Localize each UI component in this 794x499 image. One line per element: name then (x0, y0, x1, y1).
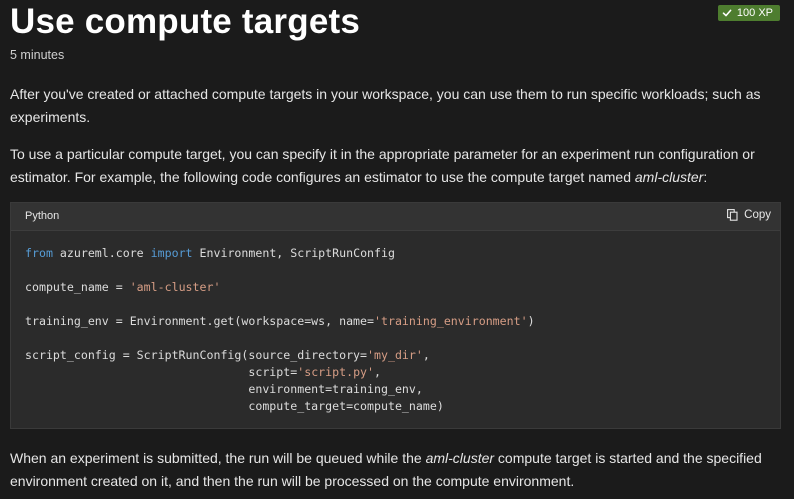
xp-badge: 100 XP (717, 5, 780, 21)
copy-button[interactable]: Copy (727, 209, 771, 221)
instruction-end: : (703, 168, 708, 185)
code-keyword: import (150, 246, 193, 260)
intro-paragraph: After you've created or attached compute… (10, 86, 761, 125)
code-token: , (422, 348, 430, 362)
code-token: , (374, 365, 381, 379)
code-line: script='script.py', (25, 365, 381, 379)
submission-text: When an experiment is submitted, the run… (10, 450, 426, 466)
code-header: Python Copy (11, 203, 780, 231)
code-line: script_config = ScriptRunConfig(source_d… (25, 348, 430, 362)
cluster-name-emphasis: aml-cluster (634, 168, 704, 185)
code-token: ) (527, 314, 535, 328)
cluster-name-emphasis-2: aml-cluster (425, 450, 495, 466)
code-line: from azureml.core import Environment, Sc… (25, 246, 395, 260)
instruction-paragraph: To use a particular compute target, you … (10, 143, 780, 188)
code-token: training_env = Environment.get(workspace… (25, 314, 375, 328)
code-line: environment=training_env, (25, 382, 423, 396)
code-string: 'script.py' (297, 365, 375, 379)
copy-button-label: Copy (744, 209, 771, 221)
code-token: environment=training_env, (25, 382, 423, 396)
code-line: training_env = Environment.get(workspace… (25, 314, 535, 328)
copy-icon (727, 209, 738, 221)
duration-text: 5 minutes (10, 48, 65, 62)
code-token: Environment, ScriptRunConfig (192, 246, 395, 260)
page-title: Use compute targets (10, 2, 361, 41)
code-token: compute_name = (25, 280, 130, 294)
code-token: compute_target=compute_name) (25, 399, 444, 413)
code-language-label: Python (25, 210, 60, 222)
code-block: Python Copy from azureml.core import Env… (10, 202, 781, 429)
code-content: from azureml.core import Environment, Sc… (25, 245, 535, 415)
code-string: 'training_environment' (374, 314, 528, 328)
submission-paragraph: When an experiment is submitted, the run… (10, 447, 780, 492)
code-line: compute_target=compute_name) (25, 399, 444, 413)
unit-page: Use compute targets 100 XP 5 minutes Aft… (0, 0, 794, 499)
code-token: script_config = ScriptRunConfig(source_d… (25, 348, 368, 362)
check-icon (722, 9, 732, 17)
code-string: 'aml-cluster' (129, 280, 221, 294)
code-keyword: from (25, 246, 53, 260)
code-token: azureml.core (52, 246, 151, 260)
code-line: compute_name = 'aml-cluster' (25, 280, 220, 294)
code-token: script= (25, 365, 298, 379)
xp-badge-label: 100 XP (736, 7, 773, 19)
code-string: 'my_dir' (367, 348, 423, 362)
